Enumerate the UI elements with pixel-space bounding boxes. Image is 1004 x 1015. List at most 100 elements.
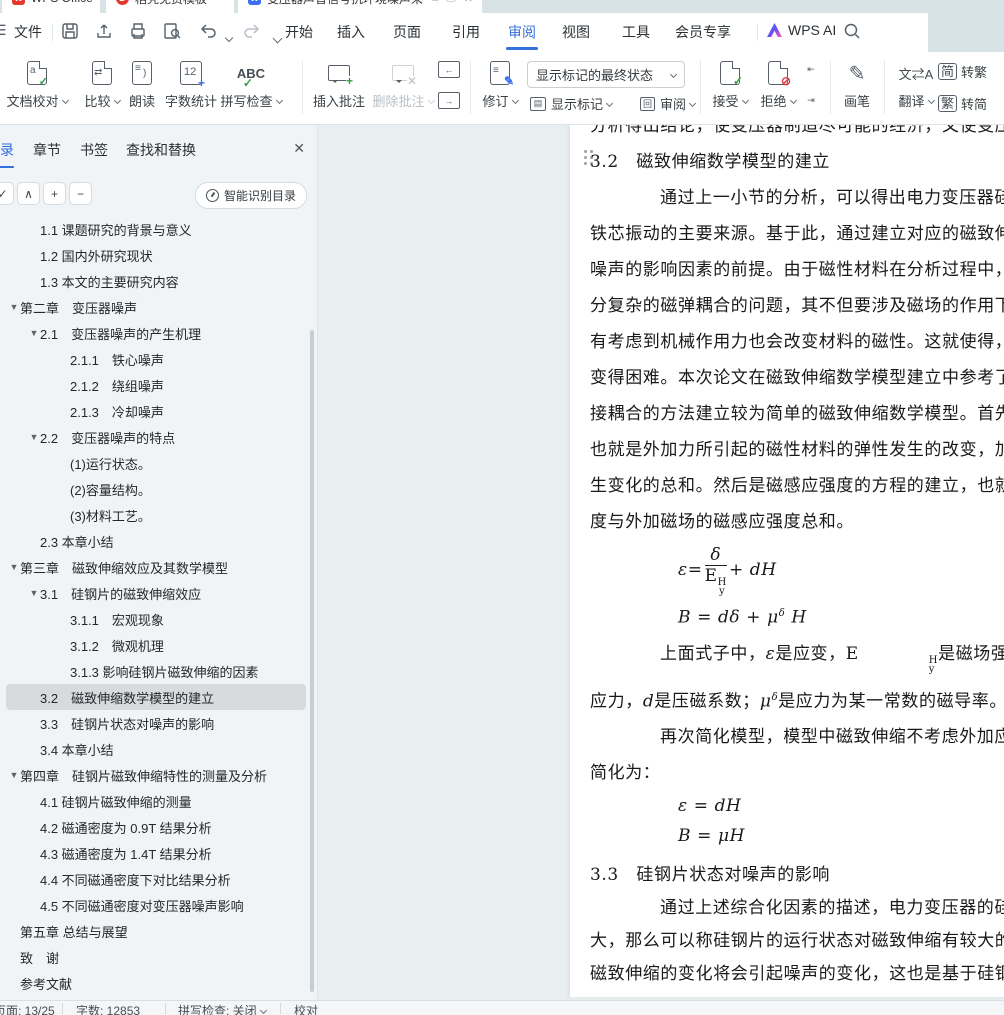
toc-item[interactable]: 4.1 硅钢片磁致伸缩的测量	[6, 788, 306, 814]
close-icon[interactable]: ✕	[464, 0, 473, 5]
brush-button[interactable]: ✎ 画笔	[834, 58, 880, 110]
share-icon[interactable]: ⧉	[431, 0, 438, 4]
simplified-to-traditional-button[interactable]: 简 转繁	[938, 62, 987, 81]
toc-item[interactable]: 3.2 磁致伸缩数学模型的建立	[6, 684, 306, 710]
spell-check-status[interactable]: 拼写检查: 关闭	[178, 1002, 267, 1015]
smart-toc-button[interactable]: 智能识别目录	[194, 182, 307, 209]
menu-insert[interactable]: 插入	[337, 22, 365, 42]
collapse-arrow-icon[interactable]: ▼	[28, 432, 40, 442]
document-page[interactable]: 分析得出结论，使变压器制造尽可能的经济，又使变压 3.2 磁致伸缩数学模型的建立通…	[570, 124, 1004, 997]
toc-item[interactable]: (1)运行状态。	[6, 450, 306, 476]
menu-file[interactable]: 文件	[14, 22, 42, 42]
toc-item[interactable]: ▼ 2.1 变压器噪声的产生机理	[6, 320, 306, 346]
previous-change-icon[interactable]: ⇤	[800, 61, 822, 78]
wps-ai-label: WPS AI	[788, 22, 837, 38]
toc-item[interactable]: 3.1.1 宏观现象	[6, 606, 306, 632]
insert-comment-button[interactable]: + 插入批注	[308, 58, 370, 110]
tab-document[interactable]: W 变压器声音信号抗环境噪声采 ⧉ 🖵 ✕	[238, 0, 482, 13]
toc-item-label: 3.1.2 微观机理	[70, 638, 164, 654]
collapse-arrow-icon[interactable]: ▼	[28, 328, 40, 338]
close-sidebar-icon[interactable]: ✕	[293, 140, 305, 157]
toc-item[interactable]: 1.2 国内外研究现状	[6, 242, 306, 268]
toc-item[interactable]: 4.4 不同磁通密度下对比结果分析	[6, 866, 306, 892]
previous-comment-icon[interactable]: ←	[438, 61, 460, 78]
menu-reference[interactable]: 引用	[452, 22, 480, 42]
collapse-button[interactable]: −	[69, 182, 92, 205]
toc-item[interactable]: ▼ 第四章 硅钢片磁致伸缩特性的测量及分析	[6, 762, 306, 788]
toc-item[interactable]: 1.3 本文的主要研究内容	[6, 268, 306, 294]
tab-contents[interactable]: 目录	[0, 140, 14, 168]
menu-tools[interactable]: 工具	[622, 22, 650, 42]
word-count-button[interactable]: 12 + 字数统计	[160, 58, 222, 110]
tab-wps-office[interactable]: W WPS Office	[2, 0, 100, 13]
toc-item[interactable]: 3.4 本章小结	[6, 736, 306, 762]
reject-button[interactable]: ⊘ 拒绝	[752, 58, 804, 110]
tab-docer-templates[interactable]: D 稻壳免费模板	[106, 0, 234, 13]
locate-button[interactable]: ✓	[0, 182, 14, 205]
menu-review[interactable]: 审阅	[508, 22, 536, 42]
track-changes-button[interactable]: ≡ ✎ 修订	[476, 58, 524, 110]
wps-ai-button[interactable]: WPS AI	[767, 22, 836, 38]
insert-comment-icon: +	[328, 65, 353, 87]
toc-item[interactable]: ▼ 第三章 磁致伸缩效应及其数学模型	[6, 554, 306, 580]
markup-state-select[interactable]: 显示标记的最终状态	[527, 61, 685, 88]
collapse-arrow-icon[interactable]: ▼	[8, 770, 20, 780]
show-markup-button[interactable]: ▤ 显示标记	[530, 94, 614, 113]
menu-page[interactable]: 页面	[393, 22, 421, 42]
menu-view[interactable]: 视图	[562, 22, 590, 42]
hamburger-icon[interactable]: ☰	[0, 22, 7, 39]
toc-item[interactable]: 4.3 磁通密度为 1.4T 结果分析	[6, 840, 306, 866]
toc-item[interactable]: 1.1 课题研究的背景与意义	[6, 216, 306, 242]
export-icon[interactable]	[94, 21, 114, 41]
toc-item[interactable]: (2)容量结构。	[6, 476, 306, 502]
word-count-indicator[interactable]: 字数: 12853	[76, 1002, 140, 1015]
toc-item[interactable]: 参考文献	[6, 970, 306, 996]
menu-home[interactable]: 开始	[285, 22, 313, 42]
collapse-arrow-icon[interactable]: ▼	[8, 302, 20, 312]
toc-item[interactable]: 3.3 硅钢片状态对噪声的影响	[6, 710, 306, 736]
toc-item[interactable]: 2.3 本章小结	[6, 528, 306, 554]
toc-item[interactable]: 致 谢	[6, 944, 306, 970]
tab-find-replace[interactable]: 查找和替换	[126, 140, 196, 160]
toc-item[interactable]: 2.1.3 冷却噪声	[6, 398, 306, 424]
chevron-down-icon	[669, 70, 678, 79]
toc-item[interactable]: 2.1.1 铁心噪声	[6, 346, 306, 372]
tab-chapters[interactable]: 章节	[33, 140, 61, 160]
translate-button[interactable]: 文⇄A 翻译	[890, 58, 942, 110]
toc-item[interactable]: (3)材料工艺。	[6, 502, 306, 528]
proofread-button[interactable]: 校对	[294, 1002, 318, 1015]
print-preview-icon[interactable]	[162, 21, 182, 41]
save-icon[interactable]	[60, 21, 80, 41]
review-pane-button[interactable]: 回 审阅	[640, 94, 697, 113]
collapse-all-button[interactable]: ∧	[17, 182, 40, 205]
accept-button[interactable]: ✓ 接受	[704, 58, 756, 110]
toc-item[interactable]: 3.1.2 微观机理	[6, 632, 306, 658]
toc-item[interactable]: 2.1.2 绕组噪声	[6, 372, 306, 398]
undo-icon[interactable]	[198, 21, 218, 41]
page-indicator[interactable]: 页面: 13/25	[0, 1002, 55, 1015]
toc-item[interactable]: ▼ 3.1 硅钢片的磁致伸缩效应	[6, 580, 306, 606]
expand-button[interactable]: +	[43, 182, 66, 205]
read-aloud-button[interactable]: ≡) 朗读	[120, 58, 164, 110]
spell-check-button[interactable]: ABC ✓ 拼写检查	[216, 58, 286, 110]
toc-item[interactable]: 4.5 不同磁通密度对变压器噪声影响	[6, 892, 306, 918]
search-icon[interactable]	[842, 21, 862, 41]
toc-item[interactable]: ▼ 2.2 变压器噪声的特点	[6, 424, 306, 450]
print-icon[interactable]	[128, 21, 148, 41]
next-comment-icon[interactable]: →	[438, 92, 460, 109]
traditional-to-simplified-button[interactable]: 繁 转简	[938, 94, 987, 113]
sidebar-scrollbar[interactable]	[310, 330, 314, 992]
tab-bookmarks[interactable]: 书签	[80, 140, 108, 160]
doc-proof-button[interactable]: a ✓ 文档校对	[2, 58, 72, 110]
preview-icon[interactable]: 🖵	[446, 0, 456, 4]
next-change-icon[interactable]: ⇥	[800, 92, 822, 109]
toc-item-label: 3.2 磁致伸缩数学模型的建立	[40, 690, 215, 706]
collapse-arrow-icon[interactable]: ▼	[8, 562, 20, 572]
wps-logo-icon: W	[12, 0, 25, 5]
toc-item[interactable]: 4.2 磁通密度为 0.9T 结果分析	[6, 814, 306, 840]
toc-item[interactable]: 第五章 总结与展望	[6, 918, 306, 944]
collapse-arrow-icon[interactable]: ▼	[28, 588, 40, 598]
toc-item[interactable]: 3.1.3 影响硅钢片磁致伸缩的因素	[6, 658, 306, 684]
menu-member[interactable]: 会员专享	[675, 22, 731, 42]
toc-item[interactable]: ▼ 第二章 变压器噪声	[6, 294, 306, 320]
